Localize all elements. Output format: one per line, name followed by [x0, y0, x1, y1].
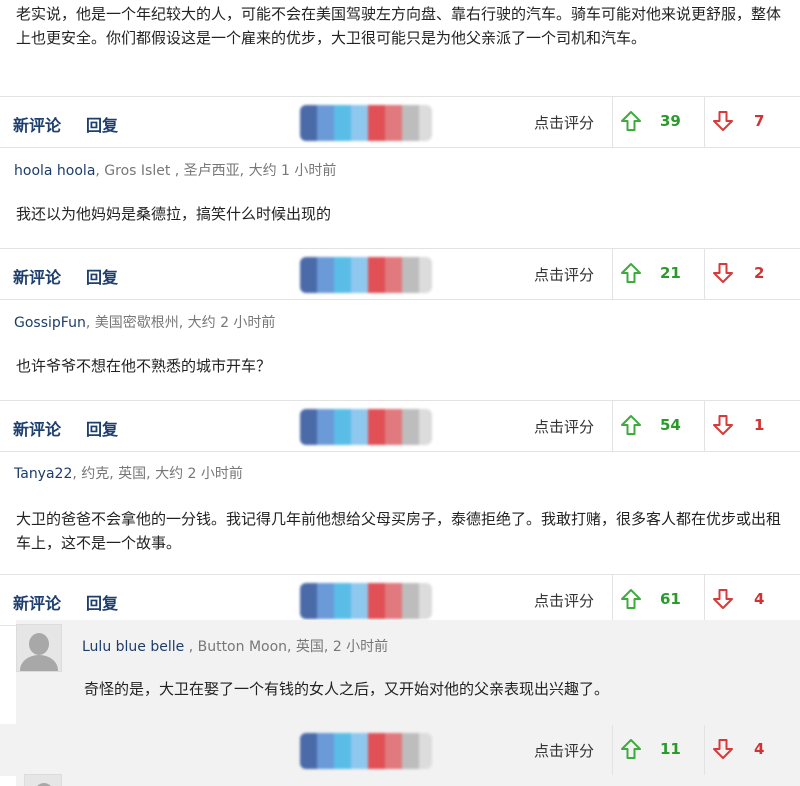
comment-username[interactable]: Tanya22 [14, 466, 72, 482]
upvote-count: 54 [660, 416, 681, 434]
new-comment-button[interactable]: 新评论 [13, 112, 61, 136]
downvote-arrow-icon[interactable] [712, 738, 734, 760]
comment-meta: Tanya22, 约克, 英国, 大约 2 小时前 [14, 463, 243, 483]
comment-action-bar: 新评论 回复 点击评分 54 1 [0, 400, 800, 452]
downvote-count: 7 [754, 112, 765, 130]
comment-location-time: , Button Moon, 英国, 2 小时前 [184, 639, 389, 655]
comment-body: 奇怪的是，大卫在娶了一个有钱的女人之后，又开始对他的父亲表现出兴趣了。 [84, 680, 610, 698]
divider [612, 97, 613, 147]
reply-button[interactable]: 回复 [86, 112, 118, 136]
comments-page: 老实说，他是一个年纪较大的人，可能不会在美国驾驶左方向盘、靠右行驶的汽车。骑车可… [0, 0, 800, 786]
new-comment-button[interactable]: 新评论 [13, 416, 61, 440]
divider [704, 97, 705, 147]
downvote-arrow-icon[interactable] [712, 588, 734, 610]
upvote-arrow-icon[interactable] [620, 262, 642, 284]
comment-body: 也许爷爷不想在他不熟悉的城市开车？ [16, 357, 272, 375]
comment-action-bar: 新评论 回复 点击评分 61 4 [0, 574, 800, 626]
rate-label: 点击评分 [534, 266, 595, 284]
comment-location-time: , Gros Islet , 圣卢西亚, 大约 1 小时前 [95, 163, 337, 179]
share-buttons-blurred[interactable] [300, 409, 432, 445]
comment-action-bar: 点击评分 11 4 [0, 724, 800, 776]
downvote-arrow-icon[interactable] [712, 262, 734, 284]
rate-label: 点击评分 [534, 418, 595, 436]
comment-body: 我还以为他妈妈是桑德拉，搞笑什么时候出现的 [16, 205, 332, 223]
upvote-count: 11 [660, 740, 681, 758]
comment-action-bar: 新评论 回复 点击评分 39 7 [0, 96, 800, 148]
divider [612, 401, 613, 451]
comment-meta: GossipFun, 美国密歇根州, 大约 2 小时前 [14, 312, 275, 332]
default-user-avatar-icon[interactable] [24, 774, 62, 786]
divider [704, 249, 705, 299]
comment-meta: Lulu blue belle , Button Moon, 英国, 2 小时前 [82, 636, 388, 656]
default-user-avatar-icon[interactable] [16, 624, 62, 672]
upvote-arrow-icon[interactable] [620, 738, 642, 760]
comment-meta: hoola hoola, Gros Islet , 圣卢西亚, 大约 1 小时前 [14, 160, 336, 180]
reply-button[interactable]: 回复 [86, 416, 118, 440]
upvote-arrow-icon[interactable] [620, 414, 642, 436]
share-buttons-blurred[interactable] [300, 105, 432, 141]
comment-location-time: , 美国密歇根州, 大约 2 小时前 [85, 315, 276, 331]
rate-label: 点击评分 [534, 114, 595, 132]
divider [704, 725, 705, 775]
new-comment-button[interactable]: 新评论 [13, 264, 61, 288]
reply-button[interactable]: 回复 [86, 264, 118, 288]
comment-action-bar: 新评论 回复 点击评分 21 2 [0, 248, 800, 300]
divider [612, 249, 613, 299]
downvote-count: 4 [754, 740, 765, 758]
divider [612, 575, 613, 625]
new-comment-button[interactable]: 新评论 [13, 590, 61, 614]
reply-button[interactable]: 回复 [86, 590, 118, 614]
divider [612, 725, 613, 775]
comment-username[interactable]: Lulu blue belle [82, 639, 184, 655]
reply-thread: Lulu blue belle , Button Moon, 英国, 2 小时前… [0, 620, 800, 786]
rate-label: 点击评分 [534, 592, 595, 610]
upvote-arrow-icon[interactable] [620, 110, 642, 132]
divider [704, 401, 705, 451]
upvote-count: 21 [660, 264, 681, 282]
share-buttons-blurred[interactable] [300, 733, 432, 769]
share-buttons-blurred[interactable] [300, 583, 432, 619]
downvote-arrow-icon[interactable] [712, 110, 734, 132]
comment-username[interactable]: GossipFun [14, 315, 86, 331]
downvote-count: 1 [754, 416, 765, 434]
comment-location-time: , 约克, 英国, 大约 2 小时前 [72, 466, 243, 482]
downvote-arrow-icon[interactable] [712, 414, 734, 436]
downvote-count: 2 [754, 264, 765, 282]
upvote-count: 39 [660, 112, 681, 130]
divider [704, 575, 705, 625]
share-buttons-blurred[interactable] [300, 257, 432, 293]
comment-body: 大卫的爸爸不会拿他的一分钱。我记得几年前他想给父母买房子，泰德拒绝了。我敢打赌，… [16, 510, 782, 552]
rate-label: 点击评分 [534, 742, 595, 760]
downvote-count: 4 [754, 590, 765, 608]
upvote-arrow-icon[interactable] [620, 588, 642, 610]
upvote-count: 61 [660, 590, 681, 608]
comment-username[interactable]: hoola hoola [14, 163, 95, 179]
comment-body: 老实说，他是一个年纪较大的人，可能不会在美国驾驶左方向盘、靠右行驶的汽车。骑车可… [16, 5, 782, 47]
